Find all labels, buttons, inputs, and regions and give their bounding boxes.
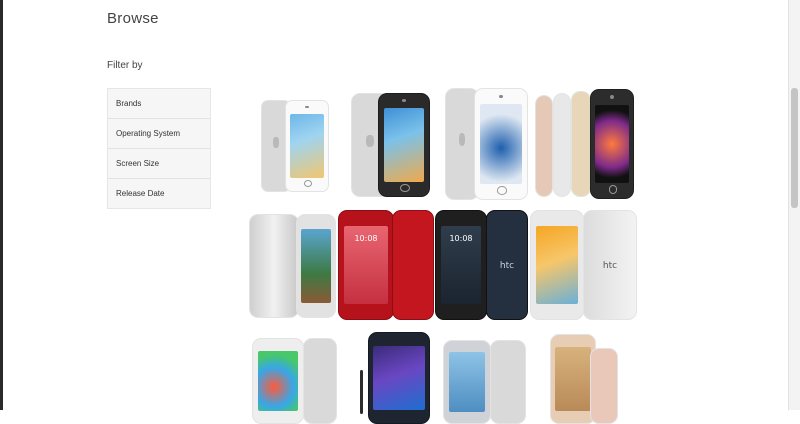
phone-front-image: 10:08	[435, 210, 487, 320]
screen-clock-text: 10:08	[354, 233, 378, 243]
phone-back-image	[249, 214, 299, 318]
product-grid: 10:08 10:08 htc htc	[0, 0, 800, 424]
phone-back-image	[590, 348, 618, 424]
screen-clock-text: 10:08	[449, 233, 473, 243]
phone-back-image: htc	[486, 210, 528, 320]
phone-front-image	[590, 89, 634, 199]
phone-front-image	[474, 88, 528, 200]
phone-front-image	[252, 338, 304, 424]
phone-front-image: 10:08	[338, 210, 394, 320]
phone-front-image	[530, 210, 584, 320]
phone-back-gold	[571, 91, 591, 197]
phone-back-image: htc	[583, 210, 637, 320]
phone-front-image	[285, 100, 329, 192]
phone-back-image	[303, 338, 337, 424]
phone-back-image	[490, 340, 526, 424]
phone-front-image	[296, 214, 336, 318]
phone-back-image	[392, 210, 434, 320]
vertical-scrollbar[interactable]	[788, 0, 800, 410]
phone-front-image	[368, 332, 430, 424]
phone-back-rose	[535, 95, 553, 197]
phone-front-image	[378, 93, 430, 197]
phone-back-silver	[553, 93, 571, 197]
htc-logo-text: htc	[602, 260, 618, 271]
stylus-image	[360, 370, 363, 414]
phone-front-image	[443, 340, 491, 424]
scrollbar-thumb[interactable]	[791, 88, 798, 208]
htc-logo-text: htc	[499, 260, 515, 271]
